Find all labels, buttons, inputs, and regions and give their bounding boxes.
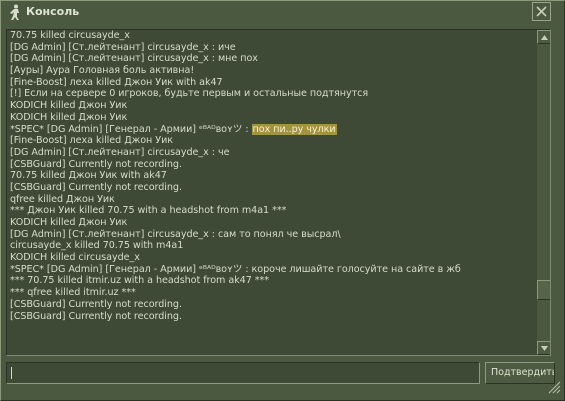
log-line: [DG Admin] [Ст.лейтенант] circusayde_x :… (10, 229, 530, 241)
log-line: [!] Если на сервере 0 игроков, будьте пе… (10, 88, 530, 100)
scroll-down-arrow-icon (541, 346, 548, 351)
log-line-text: 70.75 killed circusayde_x (10, 30, 130, 41)
log-line-text: KODICH killed Джон Уик (10, 217, 128, 228)
log-line-text: *SPEC* [DG Admin] [Генерал - Армии] ᵉᴮᴬᴰ… (10, 263, 461, 275)
close-x-icon (536, 6, 547, 17)
log-line-text: *** 70.75 killed itmir.uz with a headsho… (10, 275, 270, 287)
log-line-text: KODICH killed Джон Уик (10, 111, 128, 123)
log-line: [CSBGuard] Currently not recording. (10, 182, 530, 194)
log-line: KODICH killed Джон Уик (10, 217, 530, 229)
log-line-text: 70.75 killed Джон Уик with ak47 (10, 170, 167, 182)
log-line: [DG Admin] [Ст.лейтенант] circusayde_x :… (10, 42, 530, 54)
log-line: [DG Admin] [Ст.лейтенант] circusayde_x :… (10, 147, 530, 159)
log-line-text: [DG Admin] [Ст.лейтенант] circusayde_x :… (10, 53, 258, 65)
log-line-text: [DG Admin] [Ст.лейтенант] circusayde_x :… (10, 41, 236, 53)
log-line: KODICH killed Джон Уик (10, 100, 530, 112)
log-line-text: [DG Admin] [Ст.лейтенант] circusayde_x :… (10, 228, 341, 240)
log-line-text: circusayde_x killed 70.75 with m4a1 (10, 240, 184, 252)
log-line: [Ауры] Аура Головная боль активна! (10, 65, 530, 77)
log-line: [CSBGuard] Currently not recording. (10, 299, 530, 311)
counter-strike-runner-icon (10, 4, 19, 20)
scroll-down-button[interactable] (537, 341, 550, 355)
log-line: KODICH killed Джон Уик (10, 112, 530, 124)
command-input[interactable] (6, 362, 480, 384)
log-line-text: [CSBGuard] Currently not recording. (10, 158, 182, 170)
log-line: *** 70.75 killed itmir.uz with a headsho… (10, 275, 530, 287)
log-line-text: [!] Если на сервере 0 игроков, будьте пе… (10, 88, 369, 100)
log-line-text: [Fine-Boost] леха killed Джон Уик with a… (10, 76, 223, 88)
log-line: qfree killed Джон Уик (10, 194, 530, 206)
resize-grip-icon[interactable] (545, 378, 561, 394)
log-line-text: [CSBGuard] Currently not recording. (10, 181, 182, 193)
log-line: KODICH killed circusayde_x (10, 252, 530, 264)
highlighted-text: пох пи..ру чулки (251, 123, 337, 135)
log-line-text: qfree killed Джон Уик (10, 193, 115, 205)
log-line-text: [DG Admin] [Ст.лейтенант] circusayde_x :… (10, 146, 230, 158)
log-line: [CSBGuard] Currently not recording. (10, 159, 530, 171)
console-log[interactable]: 70.75 killed circusayde_x [DG Admin] [Ст.… (6, 29, 551, 356)
log-line: [CSBGuard] Currently not recording. (10, 311, 530, 323)
console-window: Консоль 70.75 killed circusayde_x [DG Adm… (0, 0, 565, 401)
log-line-text: KODICH killed Джон Уик (10, 100, 128, 112)
log-line: [Fine-Boost] леха killed Джон Уик with a… (10, 77, 530, 89)
log-line-text: [CSBGuard] Currently not recording. (10, 310, 182, 322)
log-line: 70.75 killed Джон Уик with ak47 (10, 170, 530, 182)
log-line: *** qfree killed itmir.uz *** (10, 287, 530, 299)
log-line: circusayde_x killed 70.75 with m4a1 (10, 240, 530, 252)
scroll-up-arrow-icon (541, 35, 548, 40)
log-line-text: *SPEC* [DG Admin] [Генерал - Армии] ᵉᴮᴬᴰ… (10, 123, 252, 135)
log-line-text: KODICH killed circusayde_x (10, 252, 140, 264)
log-line: *SPEC* [DG Admin] [Генерал - Армии] ᵉᴮᴬᴰ… (10, 123, 530, 136)
log-line-text: *** qfree killed itmir.uz *** (10, 287, 136, 299)
log-line: 70.75 killed circusayde_x (10, 30, 530, 42)
window-title: Консоль (26, 5, 80, 18)
vertical-scrollbar[interactable] (537, 30, 550, 355)
log-line: [DG Admin] [Ст.лейтенант] circusayde_x :… (10, 53, 530, 65)
text-cursor (11, 367, 12, 379)
log-line-text: [CSBGuard] Currently not recording. (10, 298, 182, 310)
log-line: [Fine-Boost] леха killed Джон Уик (10, 135, 530, 147)
log-line-text: [Fine-Boost] леха killed Джон Уик (10, 135, 173, 147)
console-log-lines: 70.75 killed circusayde_x [DG Admin] [Ст.… (10, 30, 530, 322)
title-bar[interactable]: Консоль (1, 1, 564, 25)
log-line: *** Джон Уик killed 70.75 with a headsho… (10, 205, 530, 217)
log-line-text: *** Джон Уик killed 70.75 with a headsho… (10, 205, 287, 217)
scroll-thumb[interactable] (537, 280, 550, 300)
log-line-text: [Ауры] Аура Головная боль активна! (10, 65, 195, 77)
scroll-up-button[interactable] (537, 30, 550, 44)
log-line: *SPEC* [DG Admin] [Генерал - Армии] ᵉᴮᴬᴰ… (10, 264, 530, 276)
close-button[interactable] (532, 2, 551, 21)
